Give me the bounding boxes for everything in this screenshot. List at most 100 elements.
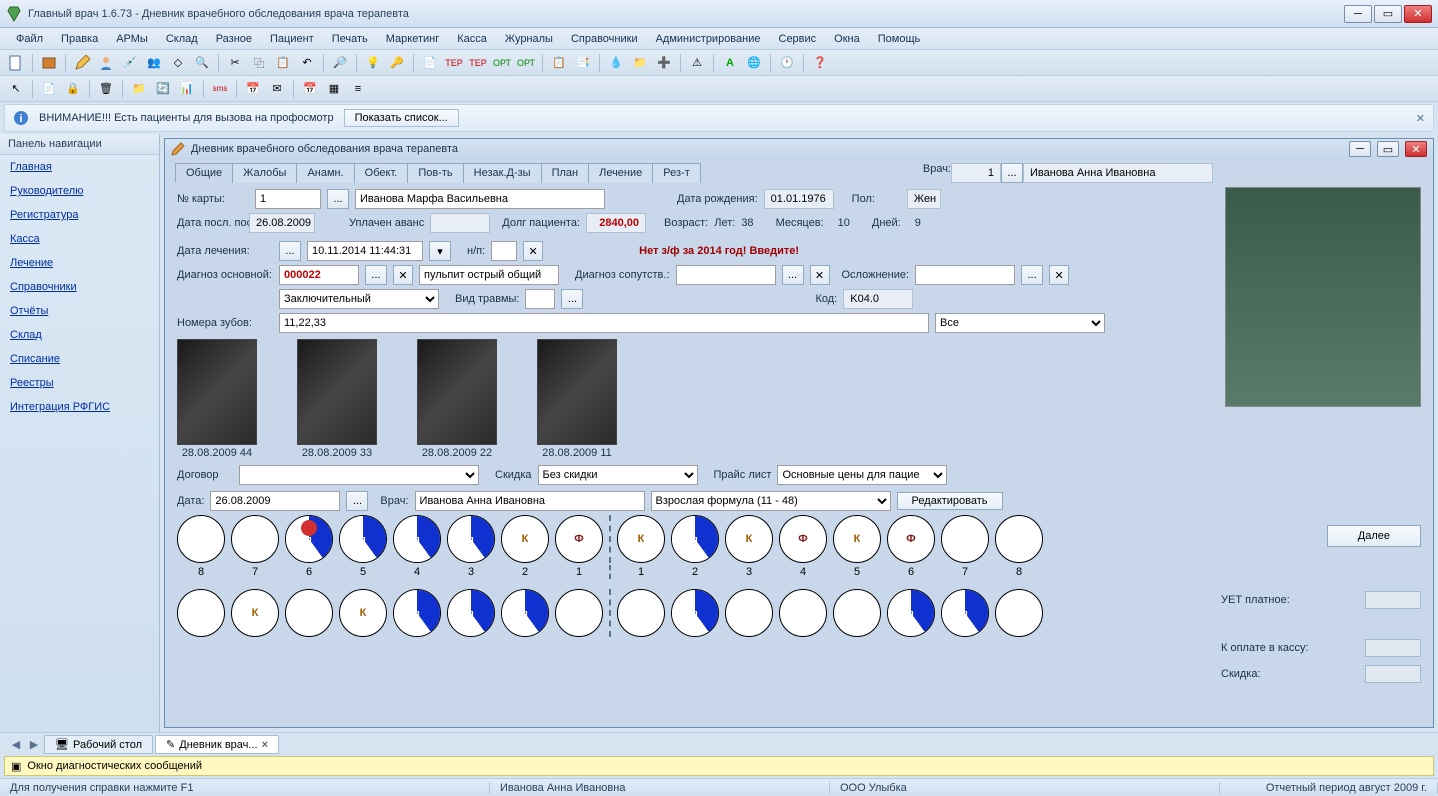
diagnostic-bar[interactable]: ▣ Окно диагностических сообщений xyxy=(4,756,1434,776)
diag-comp-clear-button[interactable]: ✕ xyxy=(810,265,830,285)
diag-type-select[interactable]: Заключительный xyxy=(279,289,439,309)
tab-treatment[interactable]: Лечение xyxy=(588,163,653,183)
tb-find-icon[interactable]: 🔎 xyxy=(330,53,350,73)
doc-close-button[interactable]: ✕ xyxy=(1405,141,1427,157)
patient-name-input[interactable] xyxy=(355,189,605,209)
tb2-cal2-icon[interactable]: 📅 xyxy=(300,79,320,99)
tab-general[interactable]: Общие xyxy=(175,163,233,183)
tooth-cell[interactable] xyxy=(285,589,333,637)
bottom-tab-desktop[interactable]: 🖥Рабочий стол xyxy=(44,735,153,754)
date2-lookup-button[interactable]: ... xyxy=(346,491,368,511)
tb-new-icon[interactable] xyxy=(6,53,26,73)
tab-open-diag[interactable]: Незак.Д-зы xyxy=(463,163,542,183)
tooth-cell[interactable]: п xyxy=(393,515,441,563)
doctor2-input[interactable] xyxy=(415,491,645,511)
menu-journals[interactable]: Журналы xyxy=(497,31,561,47)
tooth-cell[interactable]: Ф xyxy=(887,515,935,563)
tooth-cell[interactable]: К xyxy=(231,589,279,637)
date2-input[interactable] xyxy=(210,491,340,511)
discount-select[interactable]: Без скидки xyxy=(538,465,698,485)
tb-opt1-icon[interactable]: ОРТ xyxy=(492,53,512,73)
injury-input[interactable] xyxy=(525,289,555,309)
xray-item[interactable]: 28.08.2009 22 xyxy=(417,339,497,459)
menu-cash[interactable]: Касса xyxy=(449,31,495,47)
xray-item[interactable]: 28.08.2009 11 xyxy=(537,339,617,459)
tooth-cell[interactable]: п xyxy=(447,515,495,563)
xray-item[interactable]: 28.08.2009 44 xyxy=(177,339,257,459)
tb2-newdoc-icon[interactable]: 📄 xyxy=(39,79,59,99)
diag-code-input[interactable] xyxy=(279,265,359,285)
tb2-mail-icon[interactable]: ✉ xyxy=(267,79,287,99)
nav-registry[interactable]: Регистратура xyxy=(0,203,159,227)
tooth-cell[interactable]: К xyxy=(339,589,387,637)
tooth-cell[interactable]: К xyxy=(617,515,665,563)
tb2-list-icon[interactable]: ≡ xyxy=(348,79,368,99)
nav-main[interactable]: Главная xyxy=(0,155,159,179)
menu-service[interactable]: Сервис xyxy=(771,31,825,47)
tooth-cell[interactable] xyxy=(617,589,665,637)
tb-folder-icon[interactable]: 📁 xyxy=(630,53,650,73)
menu-windows[interactable]: Окна xyxy=(826,31,868,47)
minimize-button[interactable]: ─ xyxy=(1344,5,1372,23)
tb2-cursor-icon[interactable]: ↖ xyxy=(6,79,26,99)
maximize-button[interactable]: ▭ xyxy=(1374,5,1402,23)
tab-complaints[interactable]: Жалобы xyxy=(232,163,297,183)
tooth-cell[interactable]: п xyxy=(393,589,441,637)
tb-bulb-icon[interactable]: 💡 xyxy=(363,53,383,73)
tabnav-prev-icon[interactable]: ◀ xyxy=(8,738,24,751)
notification-close-icon[interactable]: ✕ xyxy=(1416,112,1425,125)
tb2-sms-icon[interactable]: sms xyxy=(210,79,230,99)
tb-warn-icon[interactable]: ⚠ xyxy=(687,53,707,73)
tb-doc3-icon[interactable]: 📑 xyxy=(573,53,593,73)
tooth-cell[interactable]: п xyxy=(447,589,495,637)
tb-ter2-icon[interactable]: ТЕР xyxy=(468,53,488,73)
tooth-cell[interactable]: К xyxy=(833,515,881,563)
tooth-cell[interactable] xyxy=(177,589,225,637)
menu-edit[interactable]: Правка xyxy=(53,31,106,47)
tb-help-icon[interactable]: ❓ xyxy=(810,53,830,73)
doctor-lookup-button[interactable]: ... xyxy=(1001,163,1023,183)
tb-key-icon[interactable]: 🔑 xyxy=(387,53,407,73)
menu-help[interactable]: Помощь xyxy=(870,31,929,47)
tb-doc2-icon[interactable]: 📋 xyxy=(549,53,569,73)
tooth-cell[interactable]: Ф xyxy=(555,515,603,563)
tb2-remove-icon[interactable]: 🗑 xyxy=(96,79,116,99)
tooth-cell[interactable]: п xyxy=(501,589,549,637)
card-lookup-button[interactable]: ... xyxy=(327,189,349,209)
tb2-folder-icon[interactable]: 📁 xyxy=(129,79,149,99)
tb-eraser-icon[interactable]: ◇ xyxy=(168,53,188,73)
show-list-button[interactable]: Показать список... xyxy=(344,109,459,127)
menu-admin[interactable]: Администрирование xyxy=(648,31,769,47)
doc-maximize-button[interactable]: ▭ xyxy=(1377,141,1399,157)
tb-copy-icon[interactable]: ⿻ xyxy=(249,53,269,73)
complication-input[interactable] xyxy=(915,265,1015,285)
tooth-cell[interactable] xyxy=(779,589,827,637)
nav-manager[interactable]: Руководителю xyxy=(0,179,159,203)
tb2-cal1-icon[interactable]: 📅 xyxy=(243,79,263,99)
np-clear-button[interactable]: ✕ xyxy=(523,241,543,261)
tooth-cell[interactable] xyxy=(725,589,773,637)
diag-clear-button[interactable]: ✕ xyxy=(393,265,413,285)
tb-globe-icon[interactable]: 🌐 xyxy=(744,53,764,73)
tooth-cell[interactable] xyxy=(995,589,1043,637)
treat-date-lookup-button[interactable]: ... xyxy=(279,241,301,261)
tb-zoom-out-icon[interactable]: 🔍 xyxy=(192,53,212,73)
bottom-tab-close-icon[interactable]: × xyxy=(262,739,268,751)
tooth-cell[interactable]: п xyxy=(339,515,387,563)
tab-surface[interactable]: Пов-ть xyxy=(407,163,463,183)
price-select[interactable]: Основные цены для пацие xyxy=(777,465,947,485)
nav-refs[interactable]: Справочники xyxy=(0,275,159,299)
bottom-tab-diary[interactable]: ✎Дневник врач...× xyxy=(155,735,279,754)
tooth-cell[interactable]: п xyxy=(671,589,719,637)
menu-file[interactable]: Файл xyxy=(8,31,51,47)
tabnav-next-icon[interactable]: ▶ xyxy=(26,738,42,751)
tb-book-icon[interactable] xyxy=(39,53,59,73)
nav-cash[interactable]: Касса xyxy=(0,227,159,251)
tooth-cell[interactable]: п xyxy=(285,515,333,563)
tooth-cell[interactable]: п xyxy=(941,589,989,637)
tooth-cell[interactable] xyxy=(177,515,225,563)
tab-object[interactable]: Обект. xyxy=(354,163,409,183)
tooth-cell[interactable] xyxy=(941,515,989,563)
tb2-table-icon[interactable]: ▦ xyxy=(324,79,344,99)
nav-reports[interactable]: Отчёты xyxy=(0,299,159,323)
